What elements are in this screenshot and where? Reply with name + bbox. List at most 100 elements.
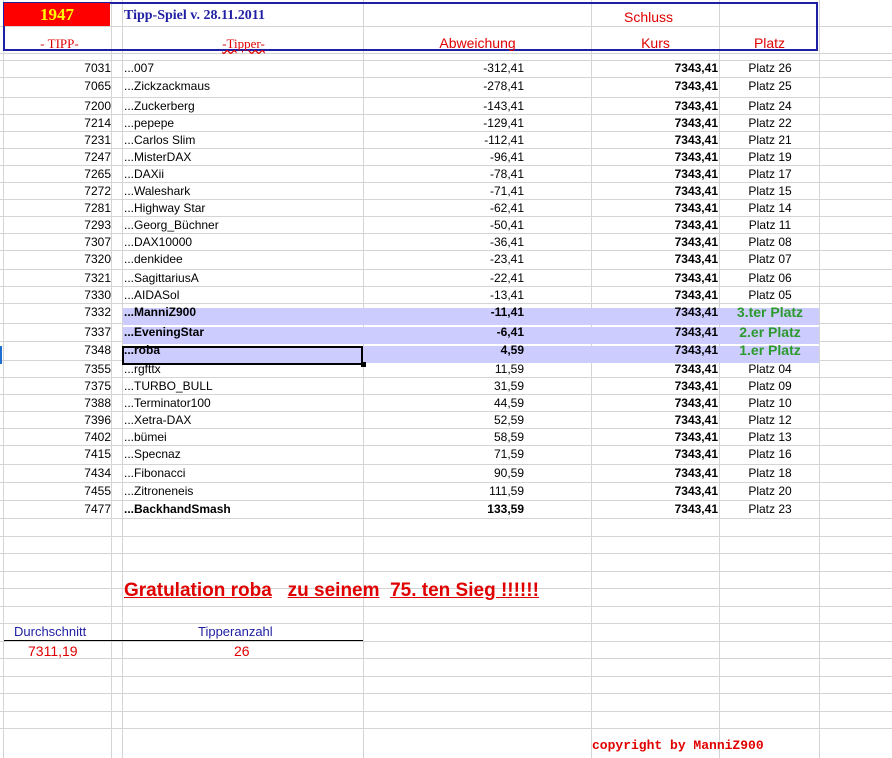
tipper-name[interactable]: ...EveningStar: [124, 324, 204, 340]
tipp-value[interactable]: 7307: [8, 234, 111, 250]
kurs-value[interactable]: 7343,41: [592, 132, 718, 148]
tipper-name[interactable]: ...BackhandSmash: [124, 501, 231, 517]
platz-value[interactable]: Platz 17: [720, 166, 820, 182]
platz-value[interactable]: Platz 08: [720, 234, 820, 250]
tipp-value[interactable]: 7375: [8, 378, 111, 394]
platz-value[interactable]: Platz 09: [720, 378, 820, 394]
kurs-value[interactable]: 7343,41: [592, 200, 718, 216]
platz-value[interactable]: Platz 23: [720, 501, 820, 517]
tipp-value[interactable]: 7388: [8, 395, 111, 411]
tipp-value[interactable]: 7293: [8, 217, 111, 233]
deviation-value[interactable]: -13,41: [364, 287, 524, 303]
deviation-value[interactable]: -96,41: [364, 149, 524, 165]
kurs-value[interactable]: 7343,41: [592, 78, 718, 94]
tipper-name[interactable]: ...Zuckerberg: [124, 98, 195, 114]
kurs-value[interactable]: 7343,41: [592, 465, 718, 481]
platz-value[interactable]: Platz 20: [720, 483, 820, 499]
tipper-name[interactable]: ...DAX10000: [124, 234, 192, 250]
platz-value[interactable]: Platz 16: [720, 446, 820, 462]
tipp-value[interactable]: 7065: [8, 78, 111, 94]
tipp-value[interactable]: 7434: [8, 465, 111, 481]
tipper-name[interactable]: ...Specnaz: [124, 446, 181, 462]
kurs-value[interactable]: 7343,41: [592, 166, 718, 182]
platz-value[interactable]: Platz 21: [720, 132, 820, 148]
deviation-value[interactable]: -22,41: [364, 270, 524, 286]
tipper-name[interactable]: ...SagittariusA: [124, 270, 199, 286]
deviation-value[interactable]: -6,41: [364, 324, 524, 340]
kurs-value[interactable]: 7343,41: [592, 98, 718, 114]
deviation-value[interactable]: 44,59: [364, 395, 524, 411]
tipp-value[interactable]: 7231: [8, 132, 111, 148]
deviation-value[interactable]: -71,41: [364, 183, 524, 199]
tipp-value[interactable]: 7265: [8, 166, 111, 182]
tipper-name[interactable]: ...Zickzackmaus: [124, 78, 210, 94]
deviation-value[interactable]: 133,59: [364, 501, 524, 517]
tipp-value[interactable]: 7321: [8, 270, 111, 286]
kurs-value[interactable]: 7343,41: [592, 446, 718, 462]
kurs-value[interactable]: 7343,41: [592, 149, 718, 165]
platz-value[interactable]: Platz 24: [720, 98, 820, 114]
tipp-value[interactable]: 7281: [8, 200, 111, 216]
deviation-value[interactable]: -62,41: [364, 200, 524, 216]
kurs-value[interactable]: 7343,41: [592, 270, 718, 286]
platz-value[interactable]: Platz 12: [720, 412, 820, 428]
kurs-value[interactable]: 7343,41: [592, 115, 718, 131]
deviation-value[interactable]: -50,41: [364, 217, 524, 233]
platz-value[interactable]: 2.er Platz: [720, 324, 820, 340]
tipp-value[interactable]: 7272: [8, 183, 111, 199]
kurs-value[interactable]: 7343,41: [592, 304, 718, 320]
tipp-value[interactable]: 7402: [8, 429, 111, 445]
platz-value[interactable]: Platz 19: [720, 149, 820, 165]
tipper-name[interactable]: ...DAXii: [124, 166, 164, 182]
tipper-name[interactable]: ...pepepe: [124, 115, 174, 131]
kurs-value[interactable]: 7343,41: [592, 412, 718, 428]
kurs-value[interactable]: 7343,41: [592, 217, 718, 233]
tipper-name[interactable]: ...Terminator100: [124, 395, 211, 411]
platz-value[interactable]: Platz 11: [720, 217, 820, 233]
deviation-value[interactable]: -112,41: [364, 132, 524, 148]
kurs-value[interactable]: 7343,41: [592, 183, 718, 199]
deviation-value[interactable]: -143,41: [364, 98, 524, 114]
tipper-name[interactable]: ...Georg_Büchner: [124, 217, 219, 233]
tipper-name[interactable]: ...007: [124, 60, 154, 76]
tipper-name[interactable]: ...Zitroneneis: [124, 483, 193, 499]
tipp-value[interactable]: 7320: [8, 251, 111, 267]
tipper-name[interactable]: ...ManniZ900: [124, 304, 196, 320]
deviation-value[interactable]: 31,59: [364, 378, 524, 394]
kurs-value[interactable]: 7343,41: [592, 251, 718, 267]
tipper-name[interactable]: ...bümei: [124, 429, 167, 445]
tipp-value[interactable]: 7330: [8, 287, 111, 303]
deviation-value[interactable]: 58,59: [364, 429, 524, 445]
tipper-name[interactable]: ...Waleshark: [124, 183, 190, 199]
platz-value[interactable]: 1.er Platz: [720, 342, 820, 358]
tipper-name[interactable]: ...Highway Star: [124, 200, 205, 216]
kurs-value[interactable]: 7343,41: [592, 234, 718, 250]
platz-value[interactable]: 3.ter Platz: [720, 304, 820, 320]
tipper-name[interactable]: ...AIDASol: [124, 287, 179, 303]
deviation-value[interactable]: -23,41: [364, 251, 524, 267]
tipp-value[interactable]: 7396: [8, 412, 111, 428]
kurs-value[interactable]: 7343,41: [592, 361, 718, 377]
platz-value[interactable]: Platz 13: [720, 429, 820, 445]
platz-value[interactable]: Platz 05: [720, 287, 820, 303]
platz-value[interactable]: Platz 04: [720, 361, 820, 377]
tipper-name[interactable]: ...Fibonacci: [124, 465, 185, 481]
deviation-value[interactable]: -312,41: [364, 60, 524, 76]
deviation-value[interactable]: -129,41: [364, 115, 524, 131]
kurs-value[interactable]: 7343,41: [592, 501, 718, 517]
tipper-name[interactable]: ...TURBO_BULL: [124, 378, 213, 394]
deviation-value[interactable]: 52,59: [364, 412, 524, 428]
platz-value[interactable]: Platz 22: [720, 115, 820, 131]
kurs-value[interactable]: 7343,41: [592, 395, 718, 411]
platz-value[interactable]: Platz 18: [720, 465, 820, 481]
tipp-value[interactable]: 7455: [8, 483, 111, 499]
kurs-value[interactable]: 7343,41: [592, 378, 718, 394]
platz-value[interactable]: Platz 10: [720, 395, 820, 411]
platz-value[interactable]: Platz 26: [720, 60, 820, 76]
tipper-name[interactable]: ...Xetra-DAX: [124, 412, 191, 428]
tipper-name[interactable]: ...MisterDAX: [124, 149, 191, 165]
deviation-value[interactable]: 4,59: [364, 342, 524, 358]
platz-value[interactable]: Platz 07: [720, 251, 820, 267]
deviation-value[interactable]: 71,59: [364, 446, 524, 462]
kurs-value[interactable]: 7343,41: [592, 483, 718, 499]
